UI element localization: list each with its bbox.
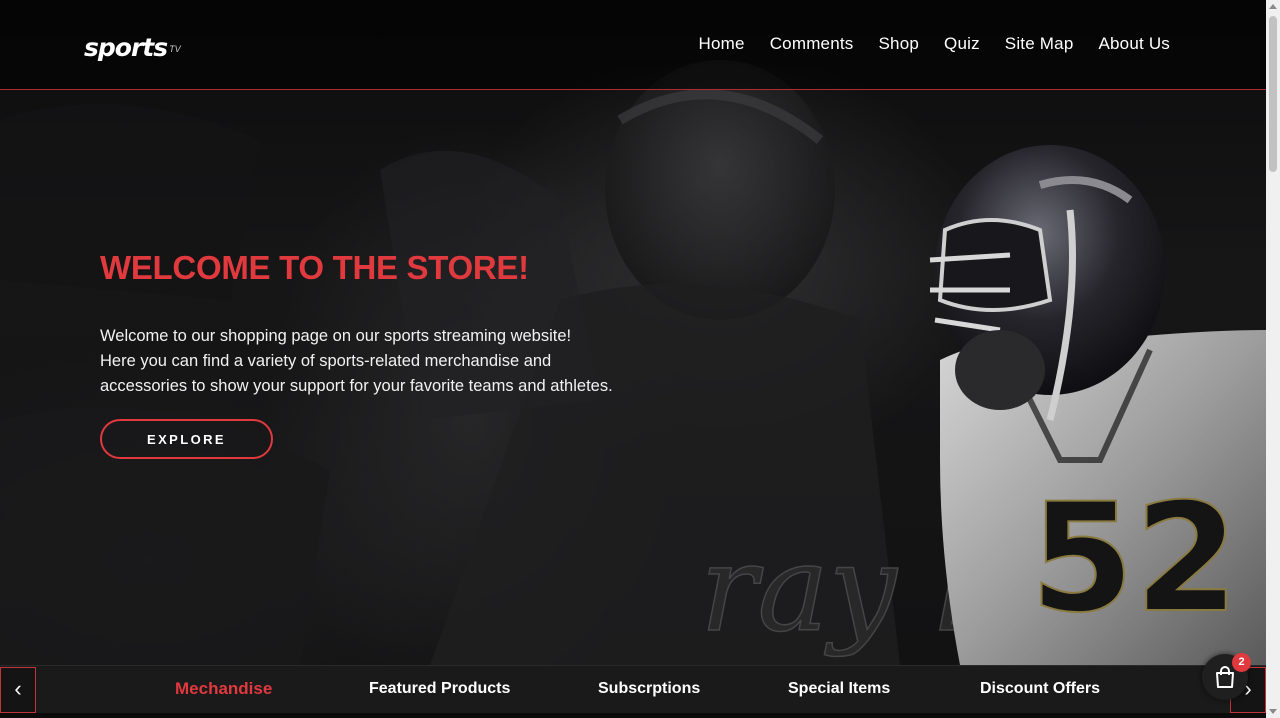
vertical-scrollbar[interactable] xyxy=(1266,0,1280,718)
category-merchandise[interactable]: Mechandise xyxy=(175,679,272,699)
category-featured-products[interactable]: Featured Products xyxy=(369,680,510,698)
scroll-down-arrow-icon[interactable] xyxy=(1269,709,1277,714)
nav-home-link[interactable]: Home xyxy=(699,34,745,54)
logo-suffix: TV xyxy=(169,44,181,54)
intro-line: Welcome to our shopping page on our spor… xyxy=(100,327,572,345)
nav-comments-link[interactable]: Comments xyxy=(770,34,854,54)
cart-count-badge: 2 xyxy=(1232,653,1251,672)
category-discount-offers[interactable]: Discount Offers xyxy=(980,680,1100,698)
logo-wordmark: sports xyxy=(84,33,168,62)
nav-site-map-link[interactable]: Site Map xyxy=(1005,34,1074,54)
nav-shop-link[interactable]: Shop xyxy=(879,34,920,54)
nav-quiz-link[interactable]: Quiz xyxy=(944,34,980,54)
intro-paragraph: Welcome to our shopping page on our spor… xyxy=(100,324,660,399)
top-navigation-bar: sports TV Home Comments Shop Quiz Site M… xyxy=(0,0,1266,90)
page-title: WELCOME TO THE STORE! xyxy=(100,249,529,286)
intro-line: Here you can find a variety of sports-re… xyxy=(100,352,552,370)
jersey-number: 52 xyxy=(1030,472,1239,646)
category-subscriptions[interactable]: Subscrptions xyxy=(598,680,700,698)
site-logo[interactable]: sports TV xyxy=(84,28,181,62)
scrollbar-thumb[interactable] xyxy=(1269,16,1277,172)
explore-button[interactable]: EXPLORE xyxy=(100,419,273,459)
carousel-prev-button[interactable]: ‹ xyxy=(0,667,36,713)
bottom-edge xyxy=(0,713,1266,718)
scroll-up-arrow-icon[interactable] xyxy=(1269,4,1277,9)
category-list: Mechandise Featured Products Subscrption… xyxy=(0,666,1266,714)
cart-button[interactable]: 2 xyxy=(1202,653,1251,700)
main-nav: Home Comments Shop Quiz Site Map About U… xyxy=(699,34,1170,54)
hero-content: WELCOME TO THE STORE! Welcome to our sho… xyxy=(100,248,660,459)
category-special-items[interactable]: Special Items xyxy=(788,680,890,698)
intro-line: accessories to show your support for you… xyxy=(100,377,613,395)
nav-about-us-link[interactable]: About Us xyxy=(1098,34,1170,54)
category-carousel: Mechandise Featured Products Subscrption… xyxy=(0,665,1266,713)
